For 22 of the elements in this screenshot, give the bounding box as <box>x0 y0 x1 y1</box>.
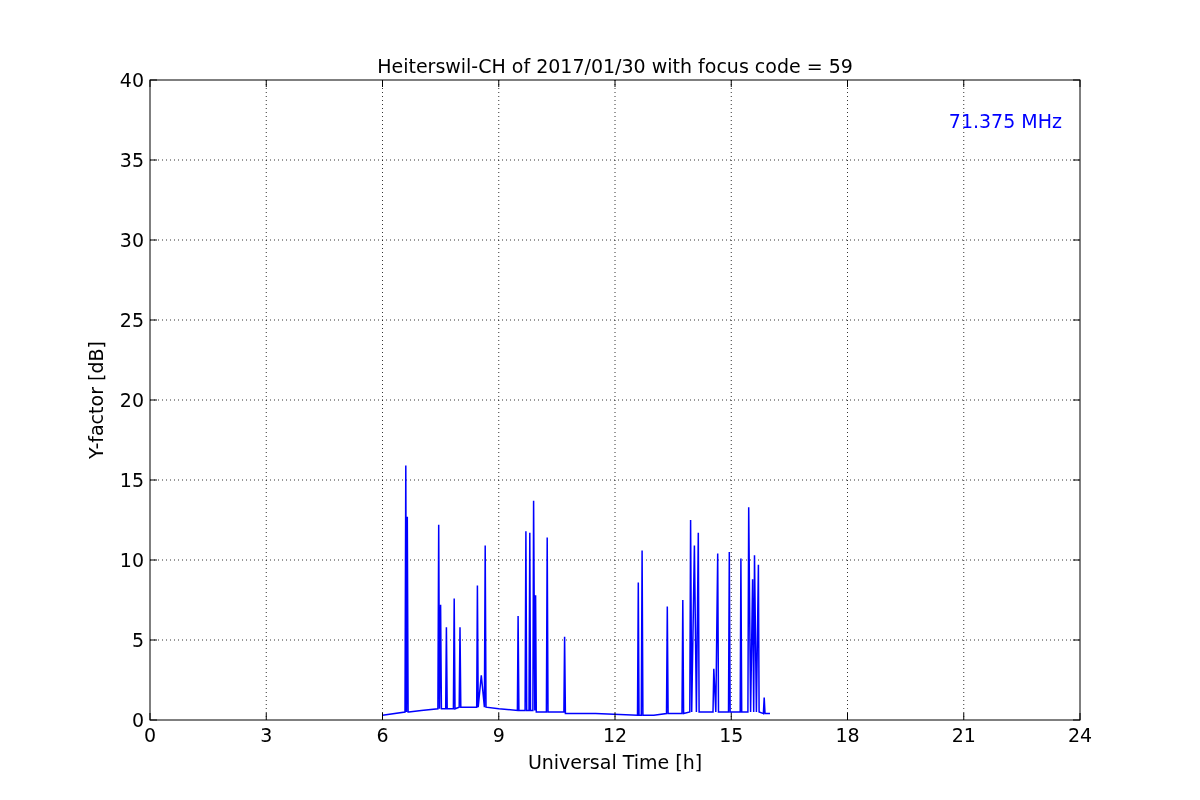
x-tick-label: 6 <box>376 724 389 746</box>
x-tick-label: 12 <box>602 724 628 746</box>
y-axis-label: Y-factor [dB] <box>85 341 107 459</box>
x-tick-label: 15 <box>719 724 744 746</box>
chart-title: Heiterswil-CH of 2017/01/30 with focus code = 59 <box>377 55 853 77</box>
y-tick-label: 35 <box>119 149 144 171</box>
y-tick-label: 15 <box>119 469 144 491</box>
y-tick-label: 5 <box>131 629 144 651</box>
x-tick-label: 24 <box>1067 724 1093 746</box>
y-tick-label: 0 <box>131 709 144 731</box>
y-tick-label: 40 <box>119 69 144 91</box>
x-tick-label: 21 <box>951 724 976 746</box>
y-tick-label: 10 <box>119 549 144 571</box>
y-tick-label: 25 <box>119 309 144 331</box>
x-axis-label: Universal Time [h] <box>527 751 703 773</box>
x-tick-label: 18 <box>835 724 860 746</box>
x-tick-label: 3 <box>260 724 273 746</box>
y-tick-label: 30 <box>119 229 144 251</box>
frequency-annotation: 71.375 MHz <box>948 110 1062 132</box>
x-tick-label: 0 <box>143 724 157 746</box>
x-tick-label: 9 <box>492 724 505 746</box>
y-tick-label: 20 <box>119 389 144 411</box>
